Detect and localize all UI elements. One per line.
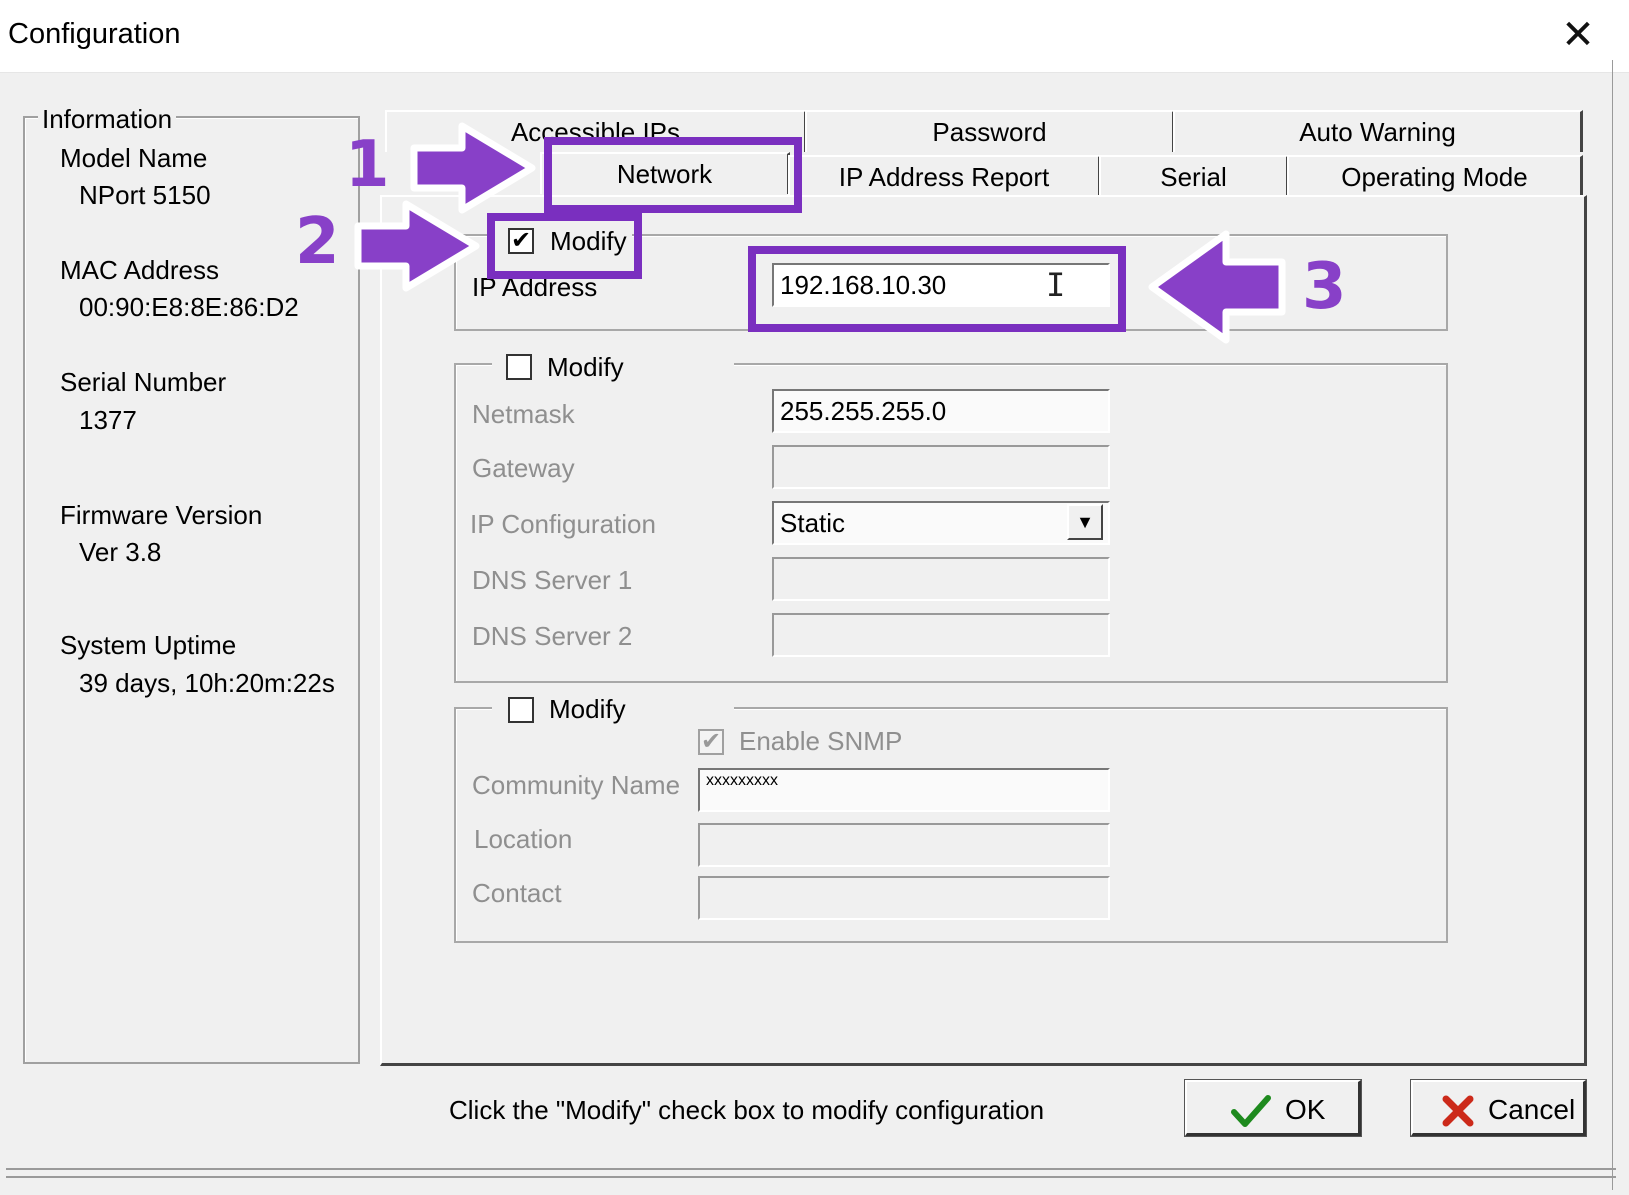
mac-address-value: 00:90:E8:8E:86:D2	[79, 292, 299, 322]
cancel-button[interactable]: Cancel	[1410, 1079, 1587, 1137]
serial-number-label: Serial Number	[60, 367, 227, 397]
checkmark-icon	[1231, 1095, 1271, 1127]
system-uptime-value: 39 days, 10h:20m:22s	[79, 668, 335, 698]
window-right-edge	[1612, 60, 1619, 1190]
x-icon	[1442, 1095, 1474, 1127]
window-bottom-edge	[6, 1168, 1616, 1178]
close-icon[interactable]: ✕	[1553, 10, 1603, 60]
tab-serial[interactable]: Serial	[1099, 155, 1289, 197]
ip-configuration-label: IP Configuration	[470, 509, 656, 539]
contact-label: Contact	[472, 878, 562, 908]
modify-snmp-label: Modify	[549, 694, 626, 724]
highlight-modify-checkbox	[487, 213, 642, 279]
mac-address-label: MAC Address	[60, 255, 219, 285]
dns-server-2-label: DNS Server 2	[472, 621, 633, 651]
ok-button-label: OK	[1285, 1094, 1326, 1125]
model-name-value: NPort 5150	[79, 180, 211, 210]
location-label: Location	[474, 824, 573, 854]
tab-operating-mode[interactable]: Operating Mode	[1287, 155, 1583, 197]
title-bar	[0, 0, 1629, 73]
firmware-version-label: Firmware Version	[60, 500, 263, 530]
window-title: Configuration	[8, 18, 181, 50]
dns-server-1-label: DNS Server 1	[472, 565, 633, 595]
model-name-label: Model Name	[60, 143, 208, 173]
step-number-3: 3	[1302, 250, 1347, 324]
community-name-input[interactable]: xxxxxxxxx	[698, 768, 1110, 812]
location-input[interactable]	[698, 823, 1110, 867]
netmask-label: Netmask	[472, 399, 575, 429]
dns-server-1-input[interactable]	[772, 557, 1110, 601]
status-text: Click the "Modify" check box to modify c…	[449, 1095, 1045, 1125]
serial-number-value: 1377	[79, 405, 137, 435]
tab-password[interactable]: Password	[805, 110, 1175, 152]
netmask-input[interactable]: 255.255.255.0	[772, 389, 1110, 433]
arrow-right-icon	[354, 200, 480, 292]
dns-server-2-input[interactable]	[772, 613, 1110, 657]
gateway-label: Gateway	[472, 453, 575, 483]
ip-configuration-value: Static	[780, 508, 846, 538]
cancel-button-label: Cancel	[1488, 1094, 1576, 1125]
gateway-input[interactable]	[772, 445, 1110, 489]
system-uptime-label: System Uptime	[60, 630, 237, 660]
contact-input[interactable]	[698, 876, 1110, 920]
modify-network-label: Modify	[547, 352, 624, 382]
tab-ip-address-report[interactable]: IP Address Report	[788, 155, 1101, 197]
modify-snmp-checkbox[interactable]	[508, 697, 534, 723]
highlight-ip-input	[748, 246, 1126, 332]
highlight-network-tab	[544, 137, 802, 213]
enable-snmp-label: Enable SNMP	[739, 726, 903, 756]
step-number-2: 2	[295, 205, 340, 279]
community-name-label: Community Name	[472, 770, 681, 800]
ok-button[interactable]: OK	[1184, 1079, 1362, 1137]
arrow-left-icon	[1148, 230, 1286, 344]
chevron-down-icon[interactable]: ▼	[1067, 504, 1103, 540]
modify-network-checkbox[interactable]	[506, 354, 532, 380]
information-legend: Information	[38, 104, 177, 135]
step-number-1: 1	[345, 128, 390, 202]
check-icon: ✔	[700, 728, 722, 755]
ip-configuration-select[interactable]: Static	[772, 501, 1110, 545]
firmware-version-value: Ver 3.8	[79, 537, 162, 567]
tab-auto-warning[interactable]: Auto Warning	[1173, 110, 1583, 152]
enable-snmp-checkbox[interactable]: ✔	[698, 729, 724, 755]
